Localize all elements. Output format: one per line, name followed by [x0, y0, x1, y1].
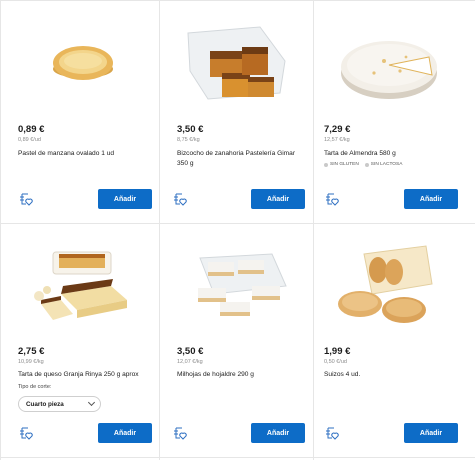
add-button[interactable]: Añadir: [404, 189, 458, 209]
add-button[interactable]: Añadir: [251, 189, 305, 209]
product-title[interactable]: Tarta de Almendra 580 g: [324, 149, 463, 159]
list-heart-icon[interactable]: [324, 426, 340, 440]
add-button[interactable]: Añadir: [98, 189, 152, 209]
product-card[interactable]: 1,99 € 0,50 €/ud Suizos 4 ud. Añadir: [314, 224, 475, 458]
add-button[interactable]: Añadir: [98, 423, 152, 443]
product-title[interactable]: Milhojas de hojaldre 290 g: [177, 370, 301, 380]
tag-label: SIN LACTOSA: [370, 162, 403, 167]
product-title[interactable]: Bizcocho de zanahoria Pastelería Gimar 3…: [177, 149, 301, 169]
tag-lactose-free: SIN LACTOSA: [364, 162, 403, 167]
tag-label: SIN GLUTEN: [330, 162, 359, 167]
product-price: 1,99 €: [324, 346, 351, 357]
product-price: 7,29 €: [324, 124, 351, 135]
product-image[interactable]: [314, 224, 475, 336]
product-unit-price: 8,75 €/kg: [177, 137, 200, 143]
product-card[interactable]: 2,75 € 10,99 €/kg Tarta de queso Granja …: [0, 224, 160, 458]
product-price: 3,50 €: [177, 124, 204, 135]
product-card[interactable]: 7,29 € 12,57 €/kg Tarta de Almendra 580 …: [314, 1, 475, 224]
list-heart-icon[interactable]: [172, 192, 188, 206]
list-heart-icon[interactable]: [18, 192, 34, 206]
list-heart-icon[interactable]: [18, 426, 34, 440]
product-title[interactable]: Tarta de queso Granja Rinya 250 g aprox: [18, 370, 147, 380]
cut-type-value: Cuarto pieza: [26, 401, 64, 408]
product-title[interactable]: Pastel de manzana ovalado 1 ud: [18, 149, 147, 159]
product-tags: SIN GLUTEN SIN LACTOSA: [324, 162, 402, 167]
product-card[interactable]: 0,89 € 0,89 €/ud Pastel de manzana ovala…: [0, 1, 160, 224]
tag-gluten-free: SIN GLUTEN: [324, 162, 359, 167]
product-unit-price: 0,50 €/ud: [324, 359, 347, 365]
product-image[interactable]: [1, 224, 159, 336]
product-price: 2,75 €: [18, 346, 45, 357]
list-heart-icon[interactable]: [172, 426, 188, 440]
product-unit-price: 10,99 €/kg: [18, 359, 44, 365]
list-heart-icon[interactable]: [324, 192, 340, 206]
product-card[interactable]: 3,50 € 12,07 €/kg Milhojas de hojaldre 2…: [160, 224, 314, 458]
product-card[interactable]: 3,50 € 8,75 €/kg Bizcocho de zanahoria P…: [160, 1, 314, 224]
product-price: 0,89 €: [18, 124, 45, 135]
product-unit-price: 12,57 €/kg: [324, 137, 350, 143]
product-image[interactable]: [314, 1, 475, 113]
cut-type-label: Tipo de corte:: [18, 384, 52, 390]
product-grid: 0,89 € 0,89 €/ud Pastel de manzana ovala…: [0, 0, 475, 460]
product-image[interactable]: [160, 1, 313, 113]
product-price: 3,50 €: [177, 346, 204, 357]
product-unit-price: 12,07 €/kg: [177, 359, 203, 365]
chevron-down-icon: [87, 398, 96, 407]
product-image[interactable]: [1, 1, 159, 113]
leaf-icon: [364, 162, 369, 167]
product-unit-price: 0,89 €/ud: [18, 137, 41, 143]
product-image[interactable]: [160, 224, 313, 336]
add-button[interactable]: Añadir: [404, 423, 458, 443]
leaf-icon: [324, 162, 328, 167]
add-button[interactable]: Añadir: [251, 423, 305, 443]
product-title[interactable]: Suizos 4 ud.: [324, 370, 463, 380]
cut-type-select[interactable]: Cuarto pieza: [18, 396, 101, 412]
